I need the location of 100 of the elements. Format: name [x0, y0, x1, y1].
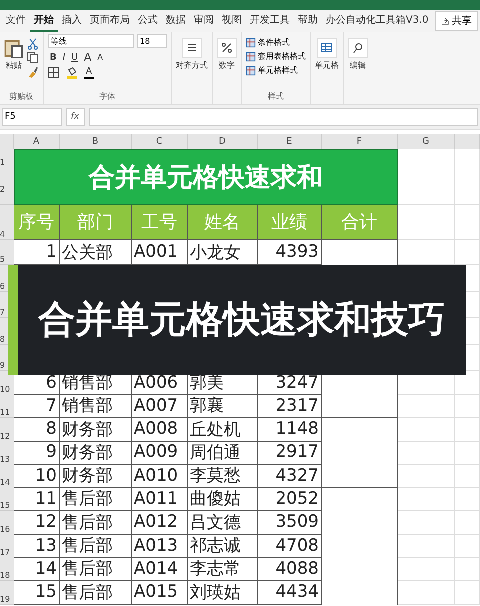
table-style-icon	[246, 52, 256, 62]
column-header[interactable]: B	[60, 134, 132, 149]
clipboard-icon	[4, 38, 24, 58]
ribbon-tab[interactable]: 页面布局	[86, 10, 134, 32]
column-heading: 部门	[60, 205, 132, 240]
empty-cell	[398, 440, 455, 465]
table-style-icon	[246, 66, 256, 76]
empty-cell	[455, 394, 480, 418]
paste-button[interactable]: 粘贴	[4, 34, 24, 91]
percent-icon	[221, 42, 233, 54]
italic-button[interactable]: I	[60, 52, 68, 62]
empty-cell	[398, 418, 455, 442]
underline-button[interactable]: U	[70, 52, 80, 62]
empty-cell	[398, 534, 455, 558]
column-header[interactable]: G	[398, 134, 455, 149]
table-cell: 售后部	[60, 557, 132, 582]
ribbon-tab[interactable]: 视图	[218, 10, 246, 32]
table-cell: 4327	[258, 464, 322, 488]
select-all-corner[interactable]	[0, 134, 14, 149]
font-size-field[interactable]: 18	[137, 34, 167, 48]
ribbon-tab[interactable]: 文件	[2, 10, 30, 32]
table-cell: 4434	[258, 580, 322, 605]
table-cell: 祁志诚	[188, 534, 258, 558]
table-cell: 8	[14, 418, 60, 442]
empty-cell	[455, 580, 480, 605]
group-label: 字体	[98, 91, 116, 102]
table-cell: 郭襄	[188, 394, 258, 418]
row-header[interactable]: 9	[0, 362, 6, 370]
ribbon-tab[interactable]: 办公自动化工具箱V3.0	[322, 10, 433, 32]
table-cell: 李志常	[188, 557, 258, 582]
row-header[interactable]: 4	[0, 231, 6, 239]
table-cell: 李莫愁	[188, 464, 258, 488]
ribbon-tab[interactable]: 审阅	[190, 10, 218, 32]
table-cell: A013	[132, 534, 188, 558]
table-style-icon	[246, 38, 256, 48]
ribbon-tab[interactable]: 开发工具	[246, 10, 294, 32]
table-cell: 10	[14, 464, 60, 488]
table-cell: 13	[14, 534, 60, 558]
row-header[interactable]: 6	[0, 282, 6, 290]
grid-icon	[321, 42, 333, 54]
table-cell: A015	[132, 580, 188, 605]
table-cell: 销售部	[60, 394, 132, 418]
column-header[interactable]: E	[258, 134, 322, 149]
style-menu-item[interactable]: 单元格样式	[246, 65, 306, 76]
table-cell: 丘处机	[188, 418, 258, 442]
formula-input[interactable]	[88, 108, 478, 126]
column-header[interactable]	[455, 134, 480, 149]
empty-cell	[455, 205, 480, 240]
row-header[interactable]: 8	[0, 336, 6, 344]
table-cell: 吕文德	[188, 510, 258, 535]
table-cell: 9	[14, 440, 60, 465]
share-button[interactable]: 共享	[435, 11, 478, 31]
row-header[interactable]: 2	[0, 186, 6, 194]
fill-color-icon	[66, 67, 78, 79]
table-cell: 14	[14, 557, 60, 582]
empty-cell	[398, 464, 455, 488]
table-cell: 2052	[258, 487, 322, 512]
column-header[interactable]: D	[188, 134, 258, 149]
table-cell: A009	[132, 440, 188, 465]
insert-function-button[interactable]: fx	[66, 108, 84, 126]
column-header[interactable]: C	[132, 134, 188, 149]
table-cell: 周伯通	[188, 440, 258, 465]
column-heading: 工号	[132, 205, 188, 240]
shrink-font-button[interactable]: A	[96, 53, 106, 62]
grow-font-button[interactable]: A	[82, 51, 94, 64]
table-cell: A014	[132, 557, 188, 582]
table-cell: A008	[132, 418, 188, 442]
row-header[interactable]: 7	[0, 309, 6, 317]
table-cell: 售后部	[60, 510, 132, 535]
alignment-button[interactable]: 对齐方式	[176, 34, 208, 71]
table-cell: 财务部	[60, 464, 132, 488]
column-heading: 业绩	[258, 205, 322, 240]
empty-cell	[398, 557, 455, 582]
row-header[interactable]: 5	[0, 256, 6, 264]
table-cell: 4708	[258, 534, 322, 558]
align-icon	[186, 42, 198, 54]
border-icon	[48, 67, 60, 79]
style-menu-item[interactable]: 套用表格格式	[246, 51, 306, 62]
group-label: 剪贴板	[8, 91, 34, 102]
empty-cell	[398, 580, 455, 605]
ribbon-tab[interactable]: 公式	[134, 10, 162, 32]
column-header[interactable]: A	[14, 134, 60, 149]
table-cell: 7	[14, 394, 60, 418]
column-heading: 序号	[14, 205, 60, 240]
bold-button[interactable]: B	[48, 52, 59, 62]
table-cell: 售后部	[60, 534, 132, 558]
cells-button[interactable]: 单元格	[315, 34, 339, 71]
style-menu-item[interactable]: 条件格式	[246, 37, 306, 48]
font-name-field[interactable]: 等线	[48, 34, 134, 48]
name-box[interactable]: F5	[2, 108, 62, 126]
ribbon-tab[interactable]: 数据	[162, 10, 190, 32]
row-header[interactable]: 1	[0, 158, 6, 167]
group-label: 样式	[267, 91, 285, 102]
font-color-button[interactable]: A	[84, 68, 94, 78]
empty-cell	[398, 394, 455, 418]
column-header[interactable]: F	[322, 134, 398, 149]
table-cell: 3509	[258, 510, 322, 535]
ribbon-tab[interactable]: 帮助	[294, 10, 322, 32]
ribbon-tab[interactable]: 插入	[58, 10, 86, 32]
table-cell: A007	[132, 394, 188, 418]
